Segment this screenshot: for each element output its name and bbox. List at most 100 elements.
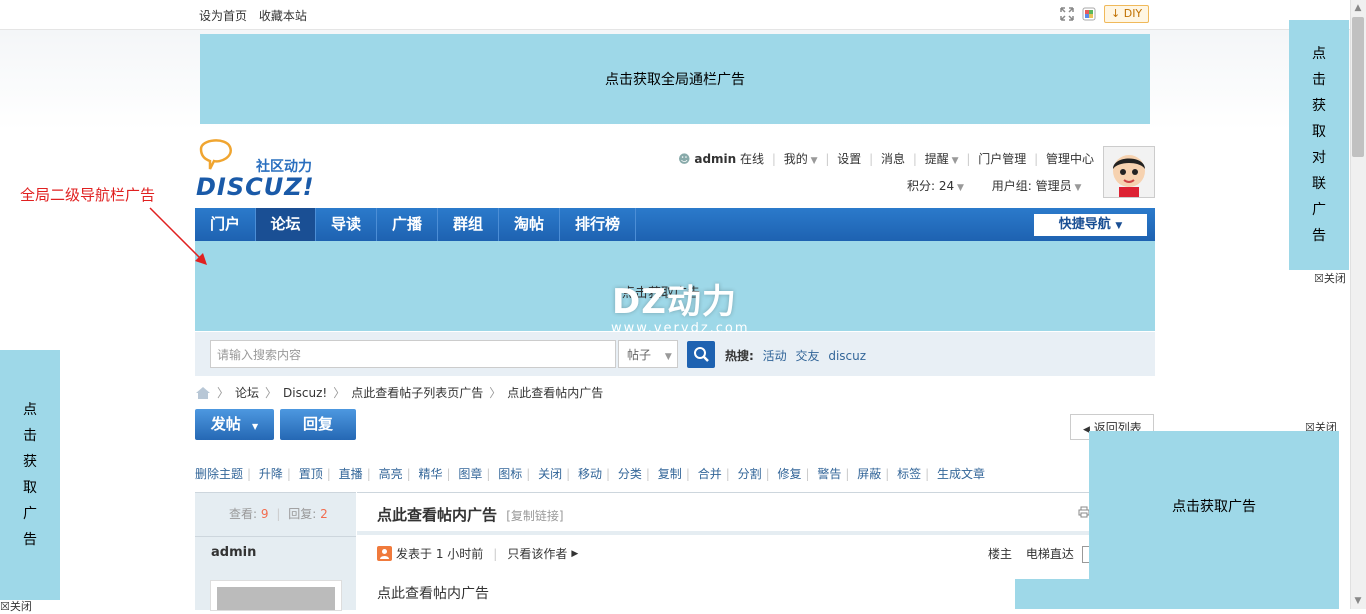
search-button[interactable] [687, 341, 715, 368]
breadcrumb-discuz[interactable]: Discuz! [283, 386, 327, 400]
couplet-char: 告 [1312, 228, 1326, 244]
triangle-right-icon: ▶ [571, 548, 579, 559]
hot-label: 热搜: [725, 349, 754, 363]
caret-down-icon: ▼ [252, 422, 259, 431]
scroll-up-icon[interactable]: ▲ [1350, 0, 1366, 16]
hot-searches: 热搜: 活动 交友 discuz [725, 347, 866, 364]
admin-tool[interactable]: 移动 [578, 467, 602, 481]
color-palette-icon[interactable] [1082, 7, 1096, 21]
admin-center-link[interactable]: 管理中心 [1046, 152, 1094, 166]
hot-item[interactable]: 活动 [763, 349, 787, 363]
post-author-name[interactable]: admin [211, 545, 256, 560]
couplet-char: 击 [23, 428, 37, 444]
breadcrumb-thread[interactable]: 点此查看帖内广告 [507, 384, 603, 401]
hot-item[interactable]: discuz [828, 349, 866, 363]
user-avatar[interactable] [1103, 146, 1155, 198]
elevator-label: 电梯直达 [1025, 547, 1074, 561]
couplet-char: 获 [23, 454, 37, 470]
bookmark-link[interactable]: 收藏本站 [259, 9, 307, 23]
admin-tool[interactable]: 屏蔽 [857, 467, 881, 481]
portal-admin-link[interactable]: 门户管理 [978, 152, 1026, 166]
set-home-link[interactable]: 设为首页 [199, 9, 247, 23]
site-logo[interactable]: 社区动力 DISCUZ! [196, 135, 336, 201]
left-couplet-close[interactable]: ☒关闭 [0, 598, 32, 614]
admin-tool[interactable]: 复制 [658, 467, 682, 481]
new-post-button[interactable]: 发帖 ▼ [195, 409, 274, 440]
quick-nav-button[interactable]: 快捷导航 ▼ [1034, 214, 1147, 236]
settings-link[interactable]: 设置 [837, 152, 861, 166]
top-tools: ↓ DIY [1060, 5, 1150, 23]
download-arrow-icon: ↓ [1111, 7, 1121, 20]
close-label: 关闭 [9, 600, 32, 613]
replies-label: 回复: [288, 507, 317, 521]
breadcrumb-forum[interactable]: 论坛 [235, 384, 259, 401]
views-label: 查看: [229, 507, 258, 521]
reply-button[interactable]: 回复 [280, 409, 356, 440]
admin-toolbar: 删除主题 | 升降 | 置顶 | 直播 | 高亮 | 精华 | 图章 | 图标 | 关闭 | 移动… [195, 467, 986, 481]
admin-tool[interactable]: 生成文章 [937, 467, 985, 481]
user-group-menu[interactable]: 用户组: 管理员 [992, 179, 1072, 193]
admin-tool[interactable]: 标签 [897, 467, 921, 481]
messages-link[interactable]: 消息 [881, 152, 905, 166]
couplet-char: 告 [23, 532, 37, 548]
top-bar: 设为首页 收藏本站 ↓ DIY [0, 0, 1350, 30]
nav-rankings[interactable]: 排行榜 [560, 208, 636, 241]
fullscreen-icon[interactable] [1060, 7, 1074, 21]
couplet-char: 获 [1312, 98, 1326, 114]
search-icon [694, 347, 709, 362]
nav-collections[interactable]: 淘帖 [499, 208, 560, 241]
admin-tool[interactable]: 直播 [339, 467, 363, 481]
right-couplet-close[interactable]: ☒关闭 [1314, 270, 1346, 286]
couplet-char: 对 [1312, 150, 1326, 166]
hot-item[interactable]: 交友 [795, 349, 819, 363]
home-icon[interactable] [195, 386, 211, 400]
my-menu[interactable]: 我的 [784, 152, 808, 166]
float-ad-lower[interactable] [1015, 579, 1339, 609]
scroll-down-icon[interactable]: ▼ [1350, 593, 1366, 609]
user-info-bar: ☻ admin 在线 | 我的 ▼ | 设置 | 消息 | 提醒 ▼ | 门户管… [678, 150, 1138, 167]
nav-guide[interactable]: 导读 [316, 208, 377, 241]
scroll-thumb[interactable] [1352, 17, 1364, 157]
admin-tool[interactable]: 警告 [817, 467, 841, 481]
left-couplet-ad[interactable]: 点 击 获 取 广 告 [0, 350, 60, 600]
user-icon: ☻ [678, 152, 691, 166]
admin-tool[interactable]: 高亮 [379, 467, 403, 481]
divider [195, 536, 356, 537]
global-banner-text: 点击获取全局通栏广告 [605, 72, 745, 88]
admin-tool[interactable]: 关闭 [538, 467, 562, 481]
admin-tool[interactable]: 分类 [618, 467, 642, 481]
only-author-link[interactable]: 只看该作者 [507, 545, 567, 562]
nav-forum[interactable]: 论坛 [256, 208, 316, 241]
admin-tool[interactable]: 合并 [698, 467, 722, 481]
admin-tool[interactable]: 删除主题 [195, 467, 243, 481]
avatar-image [217, 587, 335, 610]
close-box-icon: ☒ [1314, 272, 1324, 285]
copy-link-button[interactable]: [复制链接] [506, 509, 563, 523]
admin-tool[interactable]: 置顶 [299, 467, 323, 481]
views-count: 9 [260, 507, 269, 521]
nav-groups[interactable]: 群组 [438, 208, 499, 241]
global-banner-ad[interactable]: 点击获取全局通栏广告 [200, 34, 1150, 124]
username-link[interactable]: admin [694, 152, 736, 166]
admin-tool[interactable]: 修复 [777, 467, 801, 481]
float-ad[interactable]: 点击获取广告 [1089, 431, 1339, 581]
search-input[interactable]: 请输入搜索内容 [210, 340, 616, 368]
search-type-select[interactable]: 帖子 ▼ [618, 340, 678, 368]
diy-button[interactable]: ↓ DIY [1104, 5, 1150, 23]
admin-tool[interactable]: 分割 [738, 467, 762, 481]
top-links: 设为首页 收藏本站 [199, 7, 315, 24]
admin-tool[interactable]: 图标 [498, 467, 522, 481]
post-title-text: 点此查看帖内广告 [377, 506, 498, 524]
admin-tool[interactable]: 图章 [458, 467, 482, 481]
admin-tool[interactable]: 精华 [418, 467, 442, 481]
nav-broadcast[interactable]: 广播 [377, 208, 438, 241]
admin-tool[interactable]: 升降 [259, 467, 283, 481]
annotation-label: 全局二级导航栏广告 [20, 186, 156, 204]
right-couplet-ad[interactable]: 点 击 获 取 对 联 广 告 [1289, 20, 1349, 270]
reminders-menu[interactable]: 提醒 [925, 152, 949, 166]
post-author-avatar[interactable] [210, 580, 342, 611]
user-stats: 积分: 24 ▼ 用户组: 管理员 ▼ [907, 179, 1082, 193]
couplet-char: 击 [1312, 72, 1326, 88]
breadcrumb-list-ad[interactable]: 点此查看帖子列表页广告 [351, 384, 483, 401]
points-menu[interactable]: 积分: 24 [907, 179, 954, 193]
